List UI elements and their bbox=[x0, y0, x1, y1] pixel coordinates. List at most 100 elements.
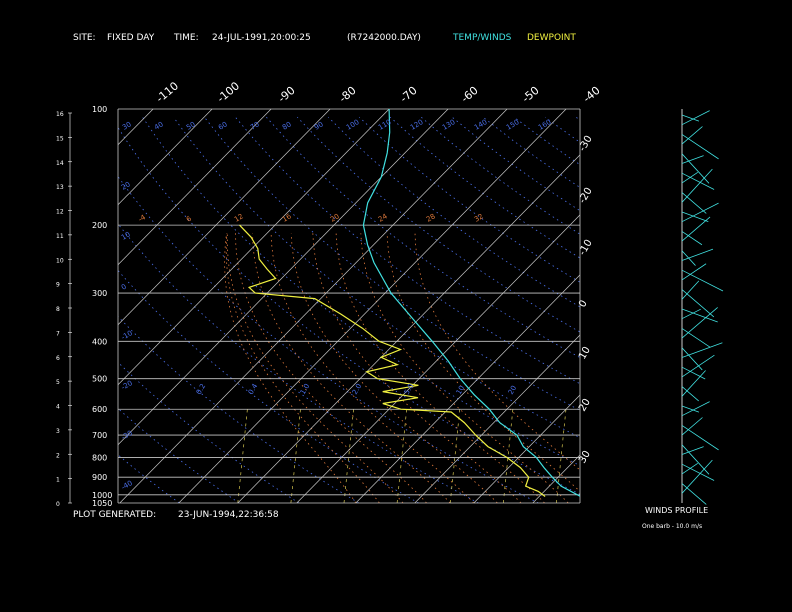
mixing-ratio-line bbox=[343, 409, 354, 503]
temp-tick-right: 30 bbox=[577, 449, 593, 466]
height-tick-label: 15 bbox=[56, 135, 64, 142]
isotherm-line bbox=[118, 109, 154, 146]
isotherm-line bbox=[118, 109, 213, 206]
dry-adiabat-line bbox=[118, 454, 180, 503]
height-tick-label: 4 bbox=[56, 404, 60, 411]
wind-barb bbox=[681, 462, 699, 475]
height-tick-label: 2 bbox=[56, 452, 60, 459]
dry-adiabat-line bbox=[762, 117, 792, 503]
wind-barb bbox=[681, 342, 723, 358]
dry-adiabat-label: 100 bbox=[345, 118, 361, 132]
mixing-ratio-label: 20 bbox=[507, 384, 518, 396]
height-tick-label: 6 bbox=[56, 355, 60, 362]
isotherm-line bbox=[118, 109, 272, 266]
pressure-tick-label: 100 bbox=[92, 105, 107, 114]
wind-barb bbox=[681, 172, 715, 190]
wind-barb bbox=[681, 171, 699, 184]
mixing-ratio-label: 10 bbox=[455, 384, 466, 396]
moist-adiabat-line bbox=[290, 233, 498, 503]
generated-value: 23-JUN-1994,22:36:58 bbox=[178, 510, 279, 520]
dry-adiabat-line bbox=[297, 116, 580, 333]
mixing-ratio-line bbox=[556, 409, 567, 503]
isotherm-line bbox=[532, 454, 580, 503]
dry-adiabat-line bbox=[118, 126, 580, 495]
height-tick-label: 8 bbox=[56, 306, 60, 313]
pressure-tick-label: 1050 bbox=[92, 499, 112, 508]
dry-adiabat-label: 10 bbox=[120, 230, 132, 241]
dry-adiabat-line bbox=[118, 407, 240, 503]
moist-adiabat-line bbox=[386, 233, 580, 492]
height-tick-label: 10 bbox=[56, 257, 64, 264]
moist-adiabat-line bbox=[312, 233, 522, 503]
dry-adiabat-label: 140 bbox=[473, 118, 489, 132]
dewpoint-line bbox=[239, 224, 546, 497]
skewt-chart: 1002003004005006007008009001000105001234… bbox=[0, 79, 792, 508]
isotherm-line bbox=[355, 274, 580, 503]
height-tick-label: 12 bbox=[56, 209, 64, 216]
dry-adiabat-line bbox=[669, 117, 792, 503]
thermo-background bbox=[0, 109, 792, 503]
wind-barb bbox=[681, 110, 710, 126]
temp-tick-top: -100 bbox=[215, 79, 242, 105]
temp-tick-top: -40 bbox=[581, 84, 603, 106]
dry-adiabat-line bbox=[359, 116, 580, 283]
dry-adiabat-line bbox=[118, 361, 300, 503]
dry-adiabat-label: 120 bbox=[409, 118, 425, 132]
dry-adiabat-label: 110 bbox=[377, 118, 393, 132]
sounding-series bbox=[239, 109, 580, 497]
wind-barb bbox=[681, 483, 707, 505]
temp-tick-top: -50 bbox=[520, 84, 542, 106]
isotherm-line bbox=[118, 109, 449, 446]
dry-adiabat-label: 30 bbox=[121, 120, 133, 131]
height-tick-label: 16 bbox=[56, 111, 64, 118]
dry-adiabat-line bbox=[482, 116, 580, 188]
winds-barb-note: One barb - 10.0 m/s bbox=[642, 523, 703, 530]
wind-barb bbox=[681, 192, 707, 214]
dry-adiabat-label: 130 bbox=[441, 118, 457, 132]
wind-barb bbox=[681, 425, 719, 451]
moist-adiabat-label: -4 bbox=[137, 213, 148, 224]
axis-labels: 1002003004005006007008009001000105001234… bbox=[56, 79, 603, 508]
dry-adiabat-line bbox=[420, 116, 580, 235]
pressure-tick-label: 200 bbox=[92, 221, 107, 230]
wind-barb bbox=[681, 354, 715, 378]
height-tick-label: 5 bbox=[56, 379, 60, 386]
mixing-ratio-line bbox=[449, 409, 461, 503]
mixing-ratio-label: 2.0 bbox=[351, 382, 363, 396]
dry-adiabat-line bbox=[513, 116, 580, 166]
wind-barb bbox=[681, 216, 711, 242]
wind-barb bbox=[681, 248, 714, 261]
wind-barb bbox=[681, 168, 713, 203]
dry-adiabat-line bbox=[389, 116, 580, 259]
temp-tick-top: -70 bbox=[398, 84, 420, 106]
isotherm-line bbox=[592, 109, 792, 503]
height-tick-label: 13 bbox=[56, 184, 64, 191]
pressure-tick-label: 400 bbox=[92, 337, 107, 346]
mixing-ratio-label: 0.2 bbox=[195, 382, 207, 396]
wind-barb bbox=[681, 459, 713, 494]
moist-adiabat-line bbox=[360, 233, 569, 503]
moist-adiabat-label: 32 bbox=[473, 212, 485, 223]
temperature-line bbox=[362, 109, 580, 497]
wind-barb bbox=[681, 269, 724, 292]
moist-adiabat-line bbox=[226, 233, 404, 503]
dry-adiabat-line bbox=[118, 269, 419, 503]
dry-adiabat-line bbox=[118, 223, 479, 503]
dry-adiabat-line bbox=[204, 116, 580, 411]
wind-barb bbox=[681, 401, 710, 417]
winds-profile-panel bbox=[681, 109, 724, 505]
height-tick-label: 11 bbox=[56, 233, 64, 240]
dry-adiabat-line bbox=[700, 117, 792, 503]
height-tick-label: 14 bbox=[56, 160, 64, 167]
winds-profile-title: WINDS PROFILE bbox=[645, 506, 709, 515]
moist-adiabat-line bbox=[270, 233, 475, 503]
pressure-tick-label: 900 bbox=[92, 473, 107, 482]
isotherm-line bbox=[0, 109, 94, 503]
dry-adiabat-label: 90 bbox=[313, 120, 325, 131]
mixing-ratio-label: 0.4 bbox=[247, 382, 260, 396]
isotherm-line bbox=[0, 109, 35, 503]
dry-adiabat-label: 160 bbox=[537, 118, 553, 132]
dry-adiabat-line bbox=[118, 315, 360, 503]
isotherm-line bbox=[651, 109, 792, 503]
isotherm-line bbox=[118, 109, 390, 386]
